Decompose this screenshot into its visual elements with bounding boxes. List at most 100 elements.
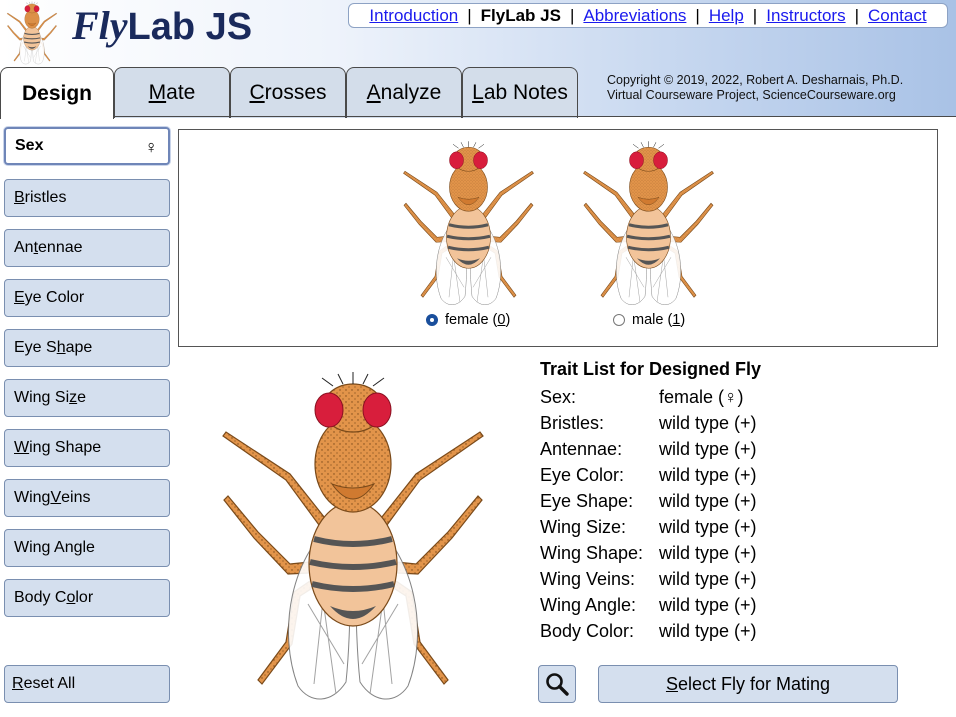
tab-analyze[interactable]: Analyze [346,67,462,118]
sidebar-item-label: ristles [24,189,67,206]
female-radio-option[interactable]: female (0) [426,312,510,328]
sidebar-item-label: Wing An [14,539,74,556]
sidebar-item-label: An [14,239,34,256]
tab-design[interactable]: Design [0,67,114,119]
tab-hotkey: L [472,81,484,104]
fly-logo-icon [6,0,58,65]
sidebar-item-wing-angle[interactable]: Wing An g le [4,529,170,567]
nav-separator: | [467,5,472,25]
female-symbol-icon: ♀ [144,137,159,157]
sidebar-item-label: eins [61,489,91,506]
tab-label: ate [166,81,196,104]
sidebar-item-label: Eye S [14,339,57,356]
nav-help[interactable]: Help [709,6,744,26]
sidebar-item-eye-shape[interactable]: Eye Sh ape [4,329,170,367]
radio-label: ) [505,312,511,328]
copyright-notice: Copyright © 2019, 2022, Robert A. Deshar… [607,73,903,103]
nav-separator: | [752,5,758,25]
male-fly-image[interactable] [581,136,716,311]
copyright-line: Copyright © 2019, 2022, Robert A. Deshar… [607,73,904,87]
trait-value: female (♀) [659,387,744,407]
trait-value: wild type (+) [659,621,757,641]
tab-label: nalyze [380,81,442,104]
button-label: elect Fly for Mating [677,673,831,694]
trait-value: wild type (+) [659,595,757,615]
tab-label: ab Notes [483,81,568,104]
nav-separator: | [569,5,575,25]
trait-value: wild type (+) [659,491,757,511]
sidebar-item-antennae[interactable]: An t ennae [4,229,170,267]
male-radio[interactable] [613,314,625,326]
tab-mate[interactable]: Mate [114,67,230,118]
hotkey: S [665,673,678,694]
nav-abbreviations[interactable]: Abbreviations [583,6,686,26]
hotkey: W [14,439,30,456]
trait-value: wild type (+) [659,439,757,459]
trait-name: Eye Shape: [540,491,634,511]
trait-value: wild type (+) [659,517,757,537]
nav-instructors[interactable]: Instructors [766,6,845,26]
tab-hotkey: C [249,81,265,104]
hotkey: o [66,589,76,606]
trait-name: Bristles: [540,413,605,433]
sidebar-item-label: Body C [14,589,67,606]
hotkey: h [56,339,66,356]
nav-introduction[interactable]: Introduction [369,6,458,26]
sidebar-item-label: ye Color [24,289,85,306]
top-navigation: Introduction | FlyLab JS | Abbreviations… [348,3,948,28]
project-line: Virtual Courseware Project, ScienceCours… [607,88,896,102]
hotkey: E [14,289,25,306]
sidebar-item-label: Sex [15,137,44,154]
sidebar-item-wing-size[interactable]: Wing Si z e [4,379,170,417]
flylab-app: FlyLab JS Introduction | FlyLab JS | Abb… [0,0,956,717]
select-fly-for-mating-button[interactable]: Select Fly for Mating [598,665,898,703]
female-fly-image[interactable] [401,136,536,311]
zoom-button[interactable] [538,665,576,703]
trait-list-title: Trait List for Designed Fly [540,359,762,379]
male-radio-option[interactable]: male (1) [613,312,685,328]
sidebar-item-label: ennae [38,239,83,256]
nav-flylab-js: FlyLab JS [480,5,561,25]
trait-name: Wing Angle: [540,595,637,615]
sex-chooser-panel: female (0) male (1) [178,129,938,347]
trait-value: wild type (+) [659,465,757,485]
nav-contact[interactable]: Contact [868,6,927,26]
hotkey: V [50,489,62,506]
nav-separator: | [854,5,859,25]
sidebar-item-label: ing Shape [29,439,102,456]
hotkey: z [69,389,78,406]
radio-label: female ( [445,312,498,328]
nav-separator: | [695,5,700,25]
radio-label: ) [680,312,686,328]
trait-name: Sex: [540,387,577,407]
hotkey: R [12,675,24,692]
sidebar-item-label: e [77,389,87,406]
tab-hotkey: A [366,81,381,104]
sidebar-item-eye-color[interactable]: Eye Color [4,279,170,317]
sidebar-item-body-color[interactable]: Body Co lor [4,579,170,617]
sidebar-item-wing-shape[interactable]: Wing Shape [4,429,170,467]
trait-value: wild type (+) [659,543,757,563]
sidebar-item-label: lor [75,589,94,606]
tab-label: rosses [264,81,327,104]
female-radio[interactable] [426,314,438,326]
tab-hotkey: M [148,81,167,104]
app-logo: FlyLab JS [72,3,253,48]
hotkey: 0 [497,312,506,328]
trait-name: Wing Shape: [540,543,644,563]
sidebar-item-bristles[interactable]: Bristles [4,179,170,217]
designed-fly-image [218,364,488,709]
tab-label: Design [21,81,92,105]
trait-value: wild type (+) [659,569,757,589]
radio-label: male ( [632,312,673,328]
trait-name: Body Color: [540,621,635,641]
button-label: eset All [23,675,76,692]
tab-lab-notes[interactable]: Lab Notes [462,67,578,118]
trait-name: Wing Size: [540,517,627,537]
sidebar-item-wing-veins[interactable]: Wing Veins [4,479,170,517]
sidebar-item-sex[interactable]: Sex ♀ [4,127,170,165]
reset-all-button[interactable]: Reset All [4,665,170,703]
sidebar-item-label: ape [65,339,93,356]
trait-name: Antennae: [540,439,623,459]
tab-crosses[interactable]: Crosses [230,67,346,118]
